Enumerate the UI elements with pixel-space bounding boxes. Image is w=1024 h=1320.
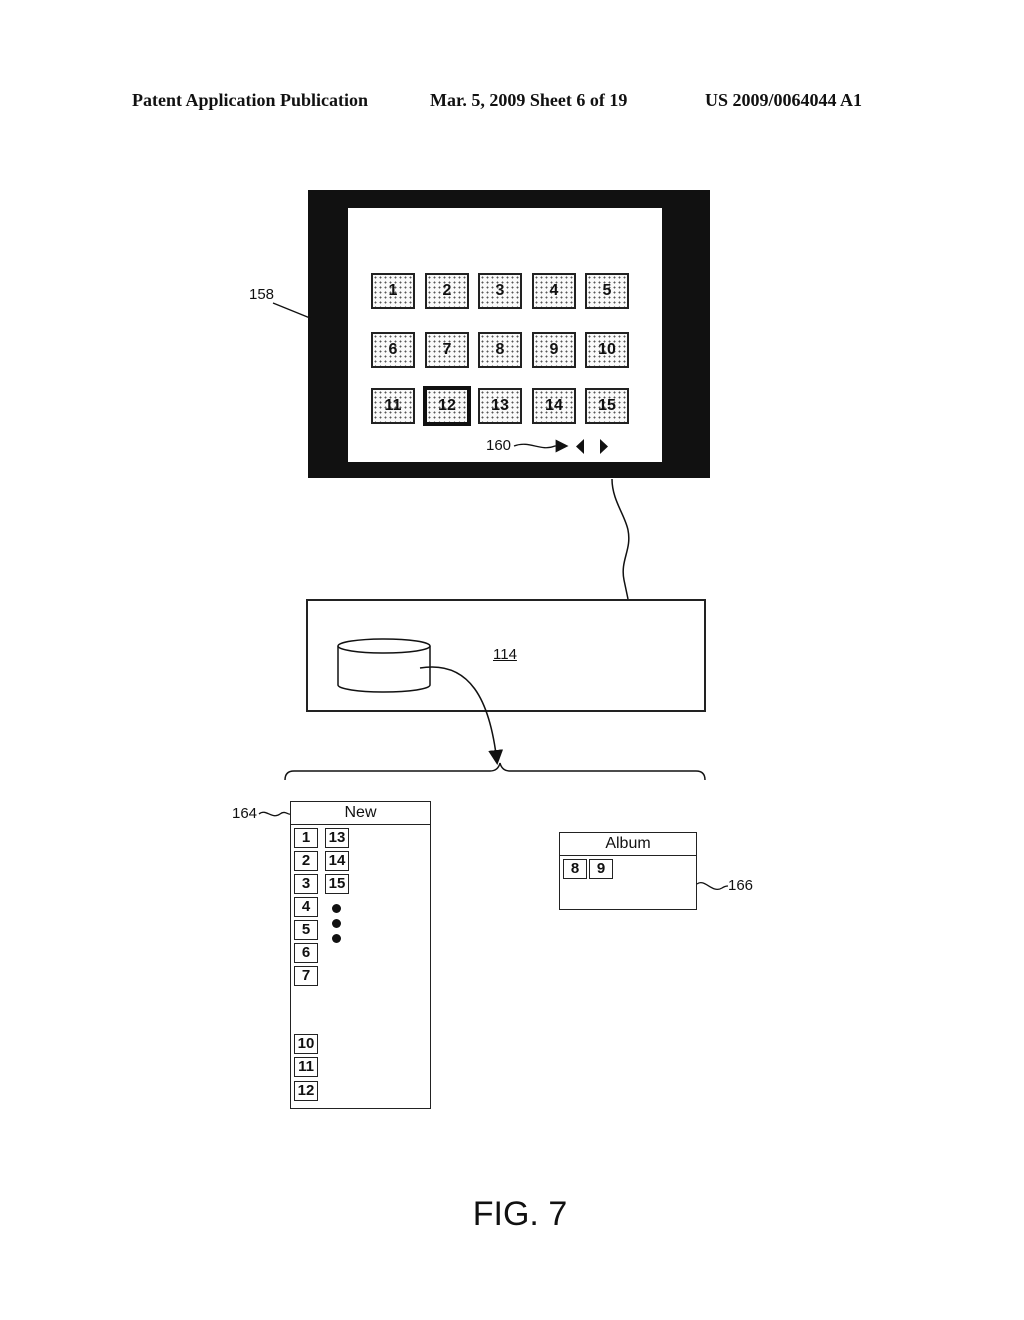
publication-number: US 2009/0064044 A1 bbox=[705, 90, 863, 110]
thumbnail[interactable]: 5 bbox=[585, 273, 629, 309]
nav-arrows bbox=[576, 439, 608, 454]
leader-line-164 bbox=[258, 811, 291, 817]
thumbnail[interactable]: 11 bbox=[371, 388, 415, 424]
thumbnail[interactable]: 3 bbox=[478, 273, 522, 309]
list-item[interactable]: 11 bbox=[294, 1057, 318, 1077]
thumbnail[interactable]: 6 bbox=[371, 332, 415, 368]
album-panel-reference-label: 166 bbox=[728, 877, 754, 894]
nav-reference-label: 160 bbox=[486, 437, 512, 454]
thumbnail-selected[interactable]: 12 bbox=[423, 386, 471, 426]
ellipsis-dot bbox=[332, 919, 341, 928]
list-item[interactable]: 12 bbox=[294, 1081, 318, 1101]
list-item[interactable]: 5 bbox=[294, 920, 318, 940]
leader-line-166 bbox=[696, 882, 729, 890]
brace bbox=[284, 762, 706, 781]
list-item[interactable]: 3 bbox=[294, 874, 318, 894]
triangle-right-icon[interactable] bbox=[600, 439, 608, 454]
list-item[interactable]: 14 bbox=[325, 851, 349, 871]
album-panel-title: Album bbox=[560, 833, 696, 856]
thumbnail[interactable]: 2 bbox=[425, 273, 469, 309]
leader-line-158 bbox=[272, 302, 311, 319]
thumbnail[interactable]: 15 bbox=[585, 388, 629, 424]
new-panel-title: New bbox=[291, 802, 430, 825]
ellipsis-dot bbox=[332, 934, 341, 943]
list-item[interactable]: 15 bbox=[325, 874, 349, 894]
thumbnail[interactable]: 10 bbox=[585, 332, 629, 368]
cable-connector bbox=[611, 478, 630, 600]
list-item[interactable]: 4 bbox=[294, 897, 318, 917]
list-item[interactable]: 10 bbox=[294, 1034, 318, 1054]
publication-date-sheet: Mar. 5, 2009 Sheet 6 of 19 bbox=[430, 90, 628, 110]
thumbnail[interactable]: 8 bbox=[478, 332, 522, 368]
publication-type: Patent Application Publication bbox=[132, 90, 369, 110]
thumbnail[interactable]: 7 bbox=[425, 332, 469, 368]
album-item[interactable]: 8 bbox=[563, 859, 587, 879]
list-item[interactable]: 2 bbox=[294, 851, 318, 871]
album-item[interactable]: 9 bbox=[589, 859, 613, 879]
new-panel-reference-label: 164 bbox=[232, 805, 258, 822]
list-item[interactable]: 6 bbox=[294, 943, 318, 963]
list-item[interactable]: 13 bbox=[325, 828, 349, 848]
triangle-left-icon[interactable] bbox=[576, 439, 584, 454]
list-item[interactable]: 1 bbox=[294, 828, 318, 848]
thumbnail[interactable]: 13 bbox=[478, 388, 522, 424]
thumbnail[interactable]: 1 bbox=[371, 273, 415, 309]
display-reference-label: 158 bbox=[249, 286, 275, 303]
storage-reference-label: 156 bbox=[370, 661, 396, 678]
figure-label: FIG. 7 bbox=[472, 1195, 568, 1233]
thumbnail[interactable]: 14 bbox=[532, 388, 576, 424]
list-item[interactable]: 7 bbox=[294, 966, 318, 986]
display-screen: 1 2 3 4 5 6 7 8 9 10 11 12 13 14 15 160 bbox=[348, 208, 662, 462]
device-reference-label: 114 bbox=[493, 646, 517, 663]
ellipsis-dot bbox=[332, 904, 341, 913]
thumbnail[interactable]: 9 bbox=[532, 332, 576, 368]
thumbnail[interactable]: 4 bbox=[532, 273, 576, 309]
